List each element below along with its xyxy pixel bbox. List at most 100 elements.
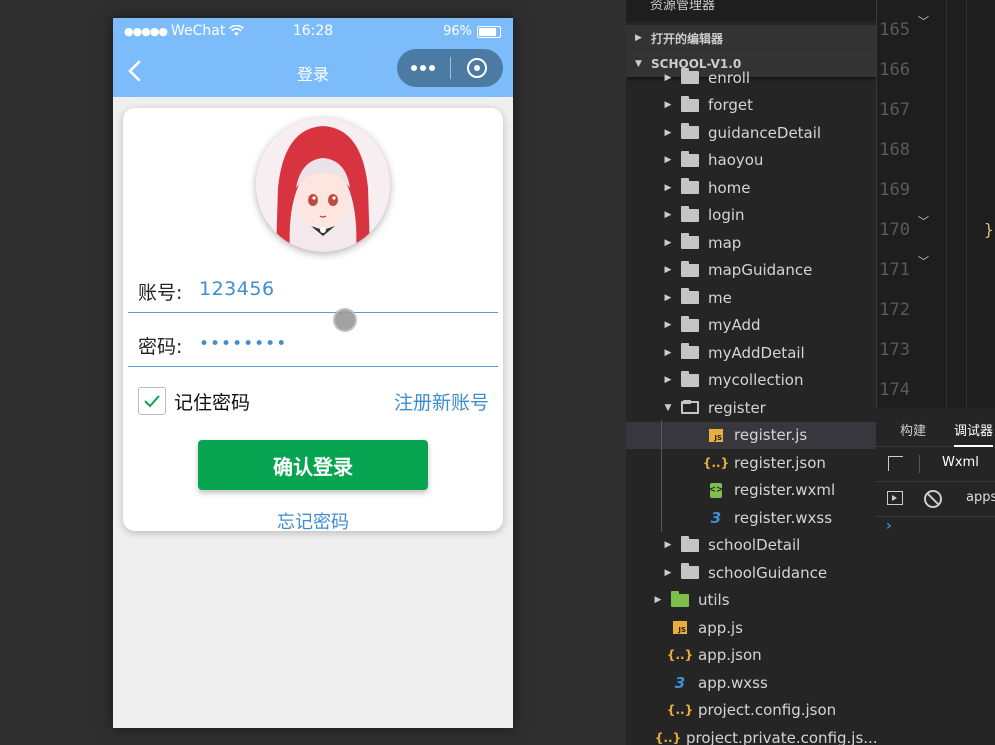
tree-item[interactable]: {..} project.config.json bbox=[626, 697, 876, 724]
remember-checkbox[interactable] bbox=[138, 387, 166, 415]
chevron-right-icon: ▶ bbox=[664, 72, 672, 83]
tree-item[interactable]: 3 app.wxss bbox=[626, 669, 876, 696]
fold-chevron-icon[interactable]: ﹀ bbox=[918, 13, 929, 29]
tree-item[interactable]: ▶ mapGuidance bbox=[626, 257, 876, 284]
tree-item-label: mapGuidance bbox=[708, 261, 813, 279]
password-input[interactable]: •••••••• bbox=[199, 334, 287, 354]
tree-item[interactable]: <> register.wxml bbox=[626, 477, 876, 504]
tree-item[interactable]: ▶ me bbox=[626, 284, 876, 311]
password-row: 密码: •••••••• bbox=[128, 314, 498, 367]
tree-item[interactable]: ▶ home bbox=[626, 174, 876, 201]
chevron-down-icon: ▼ bbox=[664, 402, 672, 413]
js-file-icon: JS bbox=[706, 427, 726, 443]
folder-icon bbox=[680, 343, 700, 361]
more-dots-icon bbox=[411, 65, 418, 71]
console-prompt[interactable]: › bbox=[886, 518, 892, 534]
forgot-password-link[interactable]: 忘记密码 bbox=[123, 508, 503, 534]
sidebar-toggle-icon[interactable] bbox=[887, 491, 903, 505]
tree-item-label: guidanceDetail bbox=[708, 123, 822, 142]
tree-item[interactable]: ▶ mycollection bbox=[626, 367, 876, 394]
folder-icon bbox=[680, 370, 700, 388]
tree-item[interactable]: ▼ register bbox=[626, 394, 876, 421]
clear-console-icon[interactable] bbox=[924, 490, 942, 508]
tree-item-label: register bbox=[708, 398, 766, 417]
tree-item[interactable]: {..} register.json bbox=[626, 449, 876, 476]
panel-tabs: 构建 调试器 bbox=[876, 408, 995, 447]
tree-item[interactable]: {..} app.json bbox=[626, 642, 876, 669]
avatar[interactable] bbox=[256, 118, 390, 252]
wxml-file-icon: <> bbox=[706, 482, 726, 498]
folder-icon bbox=[680, 68, 700, 86]
tree-item[interactable]: ▶ schoolGuidance bbox=[626, 559, 876, 586]
tree-item[interactable]: ▶ schoolDetail bbox=[626, 532, 876, 559]
console-toolbar: apps bbox=[876, 482, 995, 517]
folder-icon bbox=[680, 95, 700, 113]
tree-item[interactable]: ▶ myAddDetail bbox=[626, 339, 876, 366]
context-selector[interactable]: apps bbox=[966, 490, 995, 505]
tree-item[interactable]: ▶ enroll bbox=[626, 64, 876, 91]
folder-icon bbox=[680, 260, 700, 278]
css-file-icon: 3 bbox=[710, 508, 722, 527]
tab-debugger[interactable]: 调试器 bbox=[954, 420, 994, 447]
tree-item-label: home bbox=[708, 178, 751, 197]
element-picker-icon[interactable] bbox=[888, 456, 903, 471]
more-button[interactable] bbox=[397, 49, 450, 87]
tree-item[interactable]: ▶ myAdd bbox=[626, 312, 876, 339]
tab-build[interactable]: 构建 bbox=[900, 420, 926, 439]
status-bar: ●●●●● WeChat 16:28 96% bbox=[113, 18, 513, 46]
login-button[interactable]: 确认登录 bbox=[198, 440, 428, 490]
tree-item[interactable]: {..} project.private.config.js... bbox=[626, 724, 876, 745]
chevron-right-icon: ▶ bbox=[664, 210, 672, 220]
tree-item[interactable]: ▶ utils bbox=[626, 587, 876, 614]
tree-item[interactable]: JS register.js bbox=[626, 421, 876, 449]
line-number: 172 bbox=[879, 300, 910, 320]
tree-item-label: map bbox=[708, 233, 742, 252]
chevron-right-icon: ▶ bbox=[664, 540, 672, 550]
tree-item[interactable]: ▶ map bbox=[626, 229, 876, 256]
tree-item-label: schoolDetail bbox=[708, 536, 801, 554]
remember-password[interactable]: 记住密码 bbox=[138, 387, 250, 415]
target-icon bbox=[466, 58, 487, 78]
tree-item[interactable]: ▶ haoyou bbox=[626, 147, 876, 174]
register-link[interactable]: 注册新账号 bbox=[394, 388, 489, 415]
account-input[interactable]: 123456 bbox=[199, 278, 275, 300]
phone-simulator: ●●●●● WeChat 16:28 96% 登录 账号: 123456 密码:… bbox=[113, 18, 513, 728]
login-card: 账号: 123456 密码: •••••••• 记住密码 注册新账号 确认登录 … bbox=[123, 108, 503, 534]
capsule-menu bbox=[397, 49, 503, 87]
folder-open-icon bbox=[680, 400, 700, 416]
tree-item[interactable]: ▶ login bbox=[626, 202, 876, 229]
tree-item[interactable]: JS app.js bbox=[626, 614, 876, 641]
css-file-icon: 3 bbox=[674, 673, 686, 692]
line-number: 165 bbox=[879, 20, 910, 40]
chevron-right-icon: ▶ bbox=[664, 182, 672, 193]
chevron-right-icon: ▶ bbox=[664, 375, 672, 385]
fold-chevron-icon[interactable]: ﹀ bbox=[918, 213, 929, 229]
json-file-icon: {..} bbox=[654, 730, 682, 745]
chevron-right-icon: ▶ bbox=[664, 567, 672, 578]
line-number: 170 bbox=[879, 220, 910, 240]
line-number: 167 bbox=[879, 100, 910, 120]
avatar-illustration bbox=[256, 118, 390, 252]
touch-cursor bbox=[333, 308, 357, 332]
close-miniprogram-button[interactable] bbox=[451, 49, 504, 87]
tree-item-label: myAddDetail bbox=[708, 343, 805, 362]
tab-wxml[interactable]: Wxml bbox=[942, 455, 979, 470]
chevron-right-icon: ▶ bbox=[664, 100, 672, 110]
folder-icon bbox=[680, 563, 700, 581]
line-number: 168 bbox=[879, 140, 910, 160]
chevron-right-icon: ▶ bbox=[664, 292, 672, 303]
tree-item-label: login bbox=[708, 206, 745, 224]
explorer-more-icon[interactable]: ··· bbox=[836, 0, 852, 8]
json-file-icon: {..} bbox=[666, 703, 694, 717]
folder-icon bbox=[680, 315, 700, 333]
open-editors-section[interactable]: ▶ 打开的编辑器 bbox=[626, 25, 876, 51]
fold-chevron-icon[interactable]: ﹀ bbox=[918, 253, 929, 269]
line-number: 173 bbox=[879, 340, 910, 360]
account-label: 账号: bbox=[138, 282, 183, 304]
chevron-right-icon: ▶ bbox=[664, 347, 672, 358]
tree-item[interactable]: ▶ forget bbox=[626, 92, 876, 119]
tree-item-label: register.json bbox=[734, 453, 826, 472]
tree-item[interactable]: ▶ guidanceDetail bbox=[626, 119, 876, 146]
battery-percent: 96% bbox=[443, 24, 472, 39]
tree-item[interactable]: 3 register.wxss bbox=[626, 504, 876, 531]
